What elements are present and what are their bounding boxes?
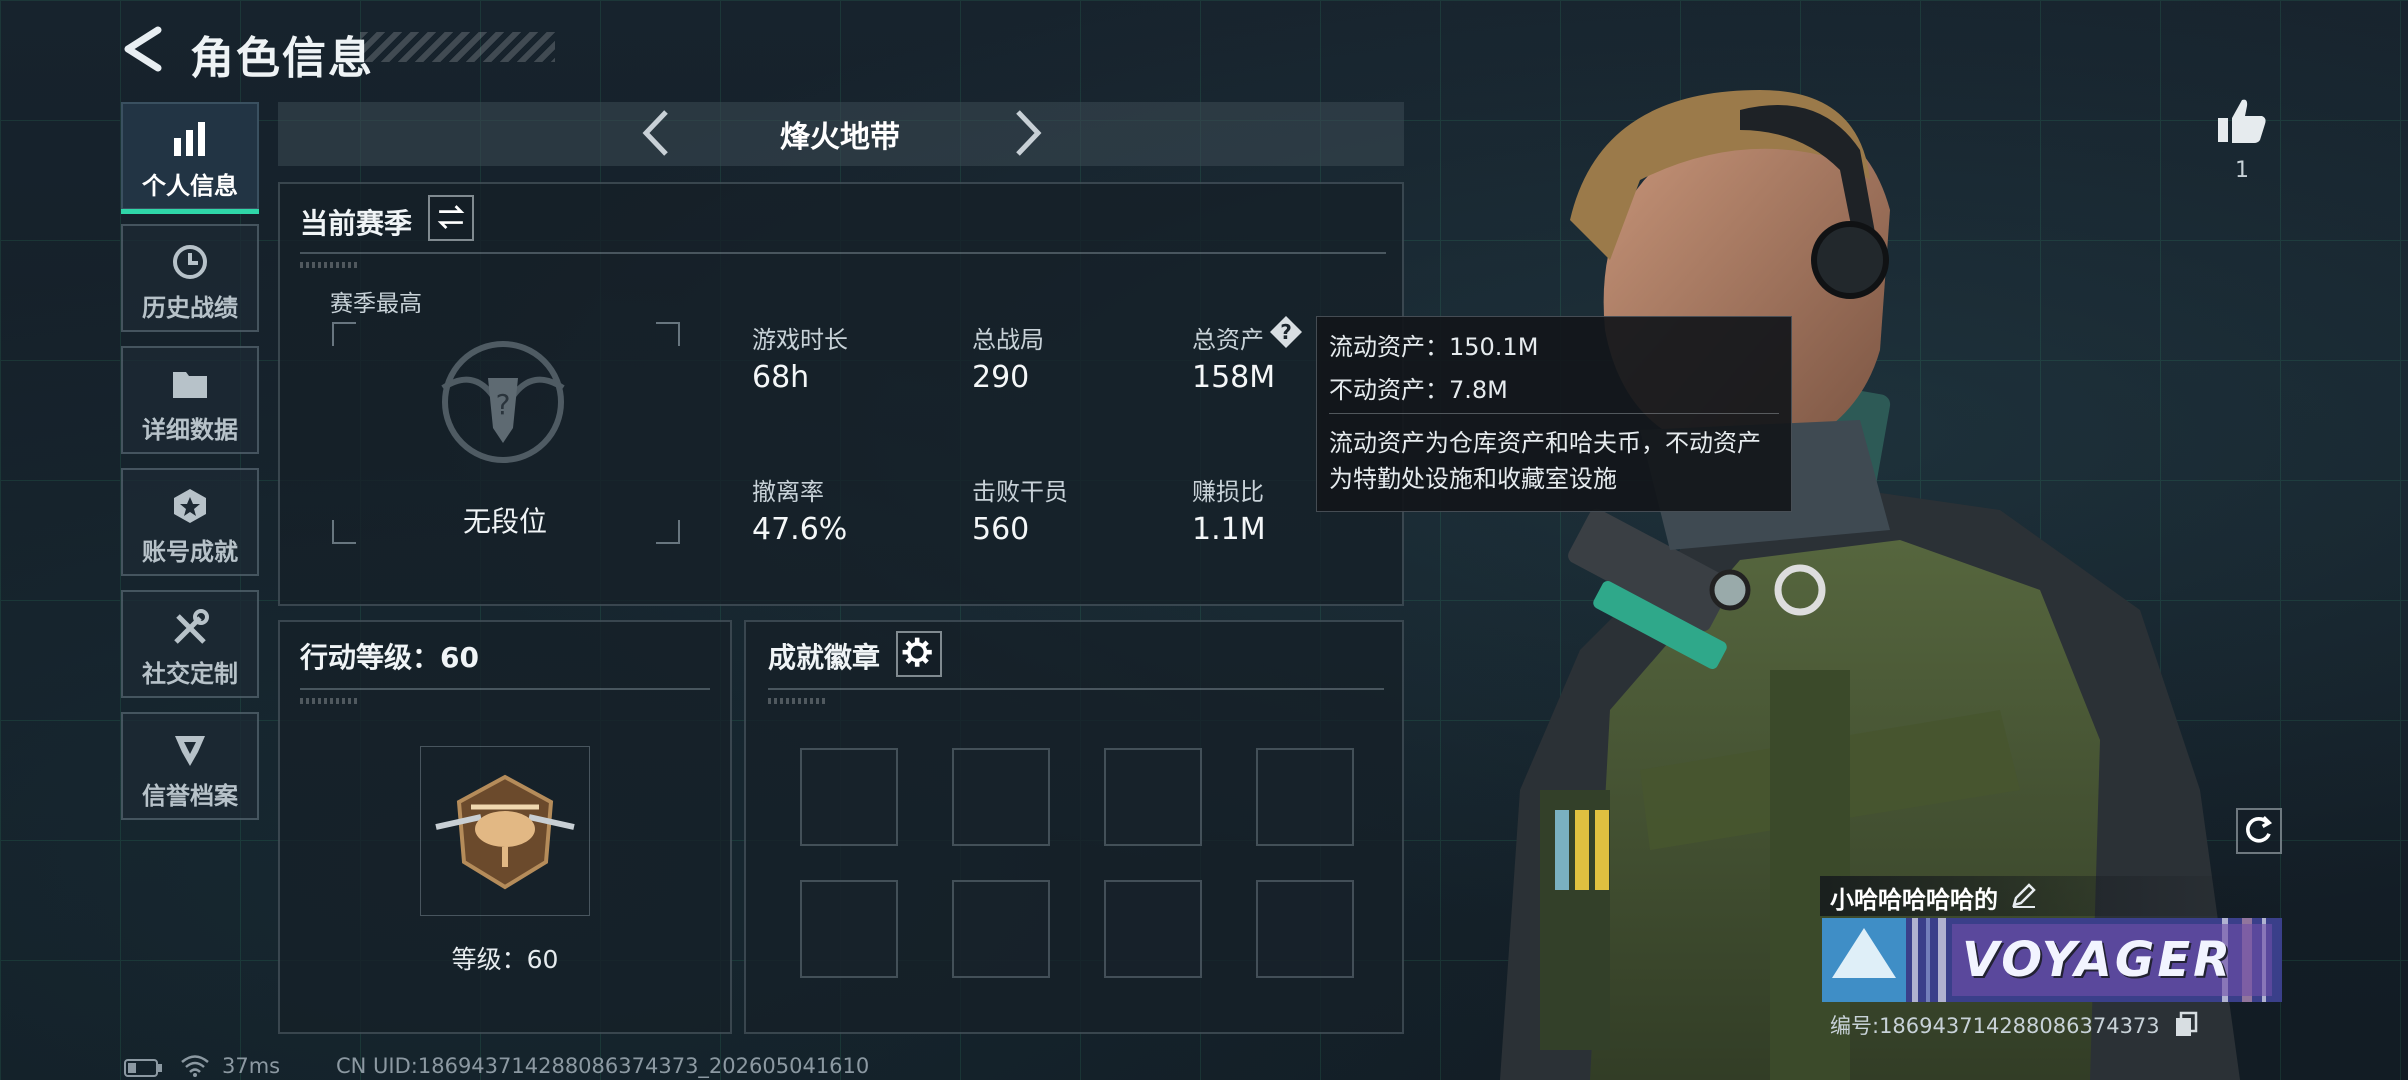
- name-card-banner[interactable]: VOYAGER: [1822, 918, 2282, 1002]
- helicopter-badge-icon: [435, 774, 575, 890]
- frame-corner: [656, 322, 680, 346]
- badge-slot[interactable]: [952, 748, 1050, 846]
- badges-settings-button[interactable]: [896, 631, 942, 677]
- sidebar-item-label: 账号成就: [142, 538, 238, 566]
- stat-value: 47.6%: [752, 512, 848, 547]
- frame-corner: [332, 322, 356, 346]
- sidebar-item-history[interactable]: 历史战绩: [121, 224, 259, 332]
- ping-text: 37ms: [222, 1054, 281, 1078]
- sidebar-item-personal-info[interactable]: 个人信息: [121, 102, 259, 214]
- badge-slot[interactable]: [800, 880, 898, 978]
- rank-emblem-icon: ?: [441, 341, 565, 463]
- achievement-star-icon: [174, 489, 206, 523]
- tooltip-fixed-assets: 不动资产：7.8M: [1329, 376, 1508, 404]
- likes-count: 1: [2235, 158, 2249, 183]
- sidebar-item-detailed-data[interactable]: 详细数据: [121, 346, 259, 454]
- frame-corner: [332, 520, 356, 544]
- folder-icon: [173, 372, 207, 398]
- badge-slot[interactable]: [1104, 880, 1202, 978]
- rank-text: 无段位: [462, 505, 547, 538]
- copy-icon[interactable]: [2174, 1011, 2198, 1037]
- sidebar-item-label: 社交定制: [142, 660, 238, 688]
- credit-badge-icon: [175, 736, 205, 766]
- stat-value: 560: [972, 512, 1030, 547]
- history-clock-icon: [173, 245, 207, 279]
- chevron-right-icon[interactable]: [1008, 108, 1048, 158]
- level-title: 行动等级：60: [300, 641, 479, 674]
- decoration: [300, 262, 360, 268]
- divider: [300, 252, 1386, 254]
- level-badge-text: 等级：60: [451, 945, 559, 974]
- player-id: 编号:1869437142880863743​73: [1830, 1014, 2160, 1038]
- season-title: 当前赛季: [300, 207, 413, 240]
- sidebar-item-label: 历史战绩: [142, 294, 238, 322]
- decoration: [768, 698, 828, 704]
- stat-value: 290: [972, 360, 1030, 395]
- sidebar-item-achievements[interactable]: 账号成就: [121, 468, 259, 576]
- stat-label: 击败干员: [972, 478, 1068, 506]
- frame-corner: [656, 520, 680, 544]
- refresh-icon: [2246, 816, 2273, 843]
- edit-pencil-icon[interactable]: [2010, 881, 2038, 909]
- tools-icon: [174, 609, 209, 644]
- gear-icon: [902, 637, 932, 667]
- stat-label: 撤离率: [752, 478, 824, 506]
- tooltip-desc-line2: 为特勤处设施和收藏室设施: [1329, 465, 1617, 493]
- decoration: [300, 698, 360, 704]
- tooltip-desc-line1: 流动资产为仓库资产和哈夫币，不动资产: [1329, 429, 1761, 457]
- wifi-icon: [181, 1055, 209, 1077]
- tooltip-liquid-assets: 流动资产：150.1M: [1329, 333, 1539, 361]
- badges-title: 成就徽章: [768, 641, 881, 674]
- badge-slot[interactable]: [952, 880, 1050, 978]
- divider: [768, 688, 1384, 690]
- svg-text:?: ?: [1280, 320, 1292, 344]
- badge-slot[interactable]: [1104, 748, 1202, 846]
- help-icon[interactable]: ?: [1268, 314, 1304, 350]
- sidebar-item-social[interactable]: 社交定制: [121, 590, 259, 698]
- stat-value: 68h: [752, 360, 810, 395]
- badge-slot[interactable]: [1256, 880, 1354, 978]
- sidebar-item-label: 信誉档案: [142, 782, 238, 810]
- stat-label: 赚损比: [1192, 478, 1264, 506]
- divider: [300, 688, 710, 690]
- refresh-button[interactable]: [2236, 808, 2282, 854]
- season-switch-button[interactable]: [428, 195, 474, 241]
- sidebar-item-credit[interactable]: 信誉档案: [121, 712, 259, 820]
- stat-value: 1.1M: [1192, 512, 1266, 547]
- chevron-left-icon[interactable]: [636, 108, 676, 158]
- bar-chart-icon: [174, 122, 205, 156]
- sidebar-item-label: 详细数据: [142, 416, 238, 444]
- stat-label: 总资产: [1192, 326, 1264, 354]
- name-card-text: VOYAGER: [1962, 932, 2234, 988]
- badge-slot[interactable]: [1256, 748, 1354, 846]
- title-decoration: [360, 32, 555, 62]
- page-title: 角色信息: [190, 33, 374, 84]
- sidebar-item-label: 个人信息: [142, 172, 238, 200]
- nickname: 小哈哈哈哈哈的: [1830, 886, 1998, 914]
- thumbs-up-icon[interactable]: [2214, 96, 2270, 146]
- badge-slot[interactable]: [800, 748, 898, 846]
- stat-value: 158M: [1192, 360, 1276, 395]
- svg-text:?: ?: [496, 388, 511, 421]
- mode-tab-current: 烽火地带: [780, 120, 900, 155]
- season-best-label: 赛季最高: [330, 291, 422, 317]
- assets-tooltip: 流动资产：150.1M 不动资产：7.8M 流动资产为仓库资产和哈夫币，不动资产…: [1316, 316, 1792, 512]
- tooltip-divider: [1329, 413, 1779, 414]
- back-arrow-icon[interactable]: [118, 24, 168, 74]
- swap-arrows-icon: [437, 205, 465, 230]
- battery-icon: [124, 1059, 162, 1077]
- stat-label: 游戏时长: [752, 326, 848, 354]
- uid-text: CN UID:186943714288086374373_20260504161…: [336, 1054, 870, 1078]
- level-badge-frame: [420, 746, 590, 916]
- stat-label: 总战局: [972, 326, 1044, 354]
